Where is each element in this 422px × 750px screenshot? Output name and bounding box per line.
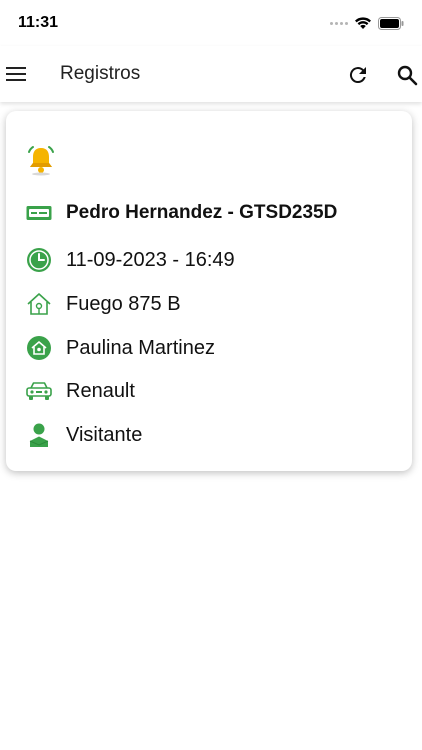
license-plate-icon: [26, 206, 52, 220]
visitor-person-icon: [29, 423, 49, 447]
record-resident: Paulina Martinez: [66, 336, 215, 359]
app-bar: Registros: [0, 46, 422, 102]
record-card[interactable]: Pedro Hernandez - GTSD235D 11-09-2023 - …: [6, 111, 412, 471]
resident-row: Paulina Martinez: [24, 333, 404, 363]
clock-icon: [27, 248, 51, 272]
refresh-button[interactable]: [346, 63, 370, 87]
page-title: Registros: [60, 63, 141, 84]
wifi-icon: [355, 17, 371, 29]
visitor-name-plate: Pedro Hernandez - GTSD235D: [66, 202, 338, 223]
house-outline-icon: [27, 293, 51, 315]
visitor-type-row: Visitante: [24, 420, 404, 450]
hamburger-menu-icon: [6, 67, 26, 81]
vehicle-row: Renault: [24, 376, 404, 406]
status-indicators: [330, 14, 404, 32]
car-icon: [26, 382, 52, 400]
status-bar: 11:31: [0, 0, 422, 46]
battery-icon: [378, 16, 404, 30]
record-visitor-type: Visitante: [66, 423, 143, 446]
address-row: Fuego 875 B: [24, 289, 404, 319]
bell-notification-icon: [28, 146, 54, 176]
cellular-signal-icon: [330, 21, 348, 25]
search-icon: [397, 65, 418, 86]
name-plate-row: Pedro Hernandez - GTSD235D: [24, 198, 404, 228]
datetime-row: 11-09-2023 - 16:49: [24, 245, 404, 275]
refresh-icon: [349, 67, 366, 84]
record-vehicle: Renault: [66, 379, 135, 402]
record-address: Fuego 875 B: [66, 292, 181, 315]
search-button[interactable]: [395, 63, 419, 87]
record-datetime: 11-09-2023 - 16:49: [66, 248, 235, 271]
resident-house-icon: [27, 336, 51, 360]
status-time: 11:31: [18, 14, 59, 31]
menu-button[interactable]: [4, 62, 28, 86]
